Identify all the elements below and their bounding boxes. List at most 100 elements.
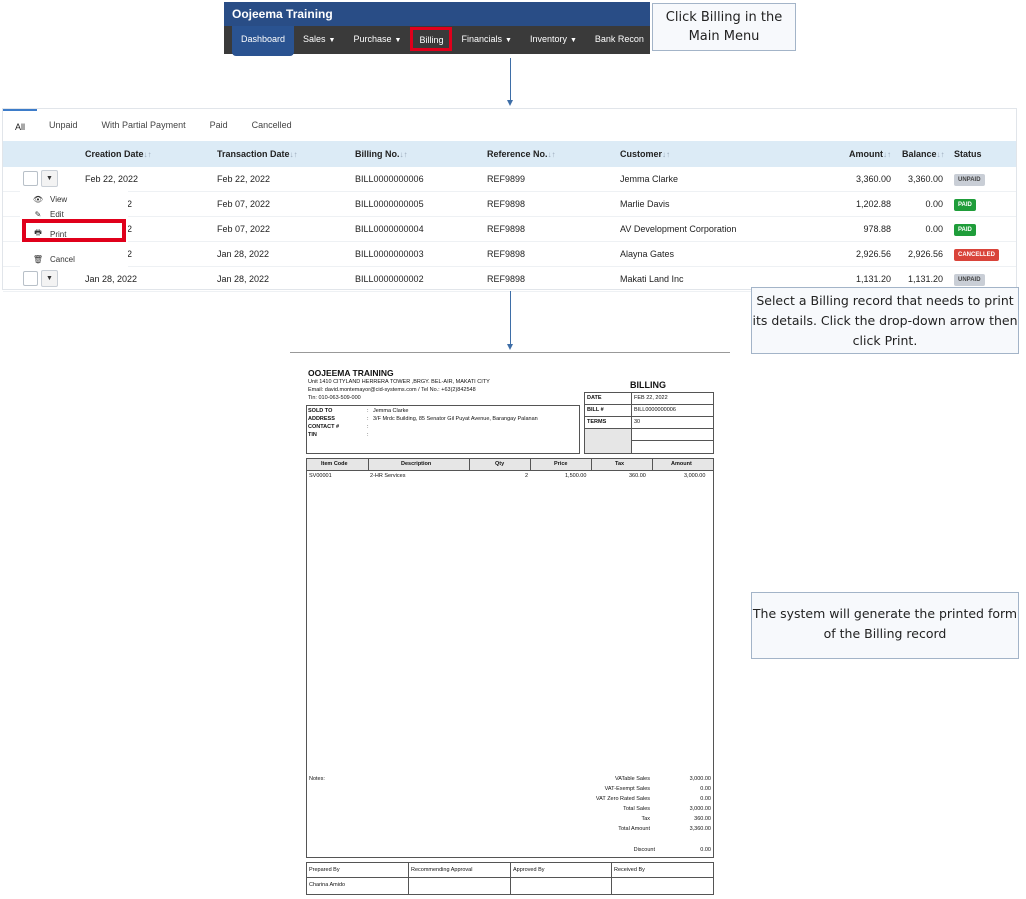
menu-item-cancel[interactable]: 🗑 Cancel (32, 255, 75, 264)
table-row[interactable]: 2 Feb 07, 2022 BILL0000000005 REF9898 Marlie… (3, 192, 1016, 217)
col-balance[interactable]: Balance↓↑ (902, 141, 945, 168)
pencil-icon: ✎ (34, 210, 42, 219)
cell-amount: 2,926.56 (855, 249, 891, 259)
company-address: Unit 1410 CITYLAND HERRERA TOWER ,BRGY. … (308, 379, 490, 385)
total-value: 3,360.00 (689, 826, 711, 832)
table-row[interactable]: 2 Jan 28, 2022 BILL0000000003 REF9898 Alayna… (3, 242, 1016, 267)
status-tabs: All Unpaid With Partial Payment Paid Can… (3, 109, 1016, 141)
col-creation-date[interactable]: Creation Date↓↑ (85, 141, 152, 168)
cell-billing: BILL0000000002 (355, 274, 424, 284)
item-price: 1,500.00 (565, 473, 587, 479)
chevron-down-icon: ▼ (328, 37, 336, 44)
items-table: Item Code Description Qty Price Tax Amou… (306, 458, 714, 858)
cell-reference: REF9898 (487, 274, 526, 284)
col-customer[interactable]: Customer↓↑ (620, 141, 670, 168)
status-badge: CANCELLED (954, 248, 999, 261)
cell-status: PAID (954, 192, 976, 217)
callout-step3: The system will generate the printed for… (751, 592, 1019, 659)
menu-inventory[interactable]: Inventory ▼ (521, 26, 586, 52)
col-amount[interactable]: Amount↓↑ (849, 141, 891, 168)
flow-arrow-head (507, 100, 513, 106)
tab-paid[interactable]: Paid (198, 109, 240, 141)
cell-customer: Alayna Gates (620, 249, 675, 259)
company-name: OOJEEMA TRAINING (308, 368, 394, 378)
total-value: 0.00 (700, 786, 711, 792)
col-status[interactable]: Status (954, 141, 982, 167)
main-menu: Dashboard Sales ▼ Purchase ▼ Billing Finan… (224, 26, 653, 56)
menu-sales[interactable]: Sales ▼ (294, 26, 344, 52)
company-tin: Tin: 010-063-509-000 (308, 395, 361, 401)
menu-purchase[interactable]: Purchase ▼ (344, 26, 410, 52)
menu-bank-recon[interactable]: Bank Recon (586, 26, 653, 52)
cell-transaction: Jan 28, 2022 (217, 274, 270, 284)
cell-billing: BILL0000000006 (355, 174, 424, 184)
bill-date: FEB 22, 2022 (634, 395, 668, 401)
cell-balance: 2,926.56 (907, 249, 943, 259)
sort-icon: ↓↑ (936, 150, 945, 159)
bill-info-box: DATE FEB 22, 2022 BILL # BILL0000000006 … (584, 392, 714, 454)
total-value: 0.00 (700, 796, 711, 802)
row-checkbox[interactable] (23, 171, 38, 186)
menu-billing[interactable]: Billing (410, 27, 453, 51)
col-transaction-date[interactable]: Transaction Date↓↑ (217, 141, 298, 168)
col-billing-no[interactable]: Billing No.↓↑ (355, 141, 408, 168)
trash-icon: 🗑 (32, 255, 44, 264)
cell-transaction: Feb 07, 2022 (217, 199, 271, 209)
status-badge: PAID (954, 198, 976, 211)
item-amount: 3,000.00 (684, 473, 706, 479)
flow-arrow-head (507, 344, 513, 350)
tab-all[interactable]: All (3, 109, 38, 141)
cell-amount: 978.88 (863, 224, 891, 234)
discount-value: 0.00 (700, 847, 711, 853)
notes-label: Notes: (309, 776, 325, 782)
cell-customer: AV Development Corporation (620, 224, 737, 234)
total-value: 3,000.00 (689, 806, 711, 812)
menu-item-view[interactable]: 👁 View (32, 195, 67, 204)
cell-status: CANCELLED (954, 242, 999, 267)
table-row[interactable]: ▼ Feb 22, 2022 Feb 22, 2022 BILL0000000006 R… (3, 167, 1016, 192)
cell-creation: Feb 22, 2022 (85, 174, 139, 184)
printed-billing-form: OOJEEMA TRAINING Unit 1410 CITYLAND HERR… (306, 366, 716, 896)
total-label: Tax (641, 816, 650, 822)
status-badge: PAID (954, 223, 976, 236)
sort-icon: ↓↑ (399, 150, 408, 159)
item-qty: 2 (525, 473, 529, 479)
cell-transaction: Jan 28, 2022 (217, 249, 270, 259)
total-label: VATable Sales (615, 776, 650, 782)
billing-list-panel: All Unpaid With Partial Payment Paid Can… (2, 108, 1017, 292)
row-dropdown-toggle[interactable]: ▼ (41, 270, 58, 287)
flow-arrow (510, 58, 511, 100)
sort-icon: ↓↑ (883, 150, 891, 159)
total-value: 3,000.00 (689, 776, 711, 782)
item-code: SV00001 (309, 473, 332, 479)
app-title: Oojeema Training (224, 2, 650, 26)
sold-to-box: SOLD TO : Jemma Clarke ADDRESS : 3/F Mrd… (306, 405, 580, 454)
total-label: Total Amount (618, 826, 650, 832)
cell-amount: 1,202.88 (855, 199, 891, 209)
callout-step2: Select a Billing record that needs to pr… (751, 287, 1019, 354)
cell-reference: REF9898 (487, 224, 526, 234)
tab-unpaid[interactable]: Unpaid (37, 109, 90, 141)
cell-billing: BILL0000000005 (355, 199, 424, 209)
cell-customer: Jemma Clarke (620, 174, 679, 184)
cell-customer: Makati Land Inc (620, 274, 684, 284)
status-badge: UNPAID (954, 273, 985, 286)
cell-balance: 0.00 (925, 199, 943, 209)
doc-title: BILLING (630, 380, 666, 390)
menu-financials[interactable]: Financials ▼ (452, 26, 520, 52)
menu-item-edit[interactable]: ✎ Edit (32, 210, 64, 219)
callout-step1: Click Billing in the Main Menu (652, 3, 796, 51)
cell-billing: BILL0000000004 (355, 224, 424, 234)
cell-transaction: Feb 07, 2022 (217, 224, 271, 234)
table-row[interactable]: 2 Feb 07, 2022 BILL0000000004 REF9898 AV Dev… (3, 217, 1016, 242)
sold-to-value: Jemma Clarke (373, 408, 409, 414)
row-dropdown-toggle[interactable]: ▼ (41, 170, 58, 187)
row-checkbox[interactable] (23, 271, 38, 286)
total-label: VAT-Exempt Sales (604, 786, 650, 792)
total-label: Total Sales (623, 806, 650, 812)
tab-partial-payment[interactable]: With Partial Payment (90, 109, 198, 141)
col-reference-no[interactable]: Reference No.↓↑ (487, 141, 556, 168)
item-tax: 360.00 (629, 473, 646, 479)
menu-dashboard[interactable]: Dashboard (232, 26, 295, 56)
tab-cancelled[interactable]: Cancelled (240, 109, 304, 141)
